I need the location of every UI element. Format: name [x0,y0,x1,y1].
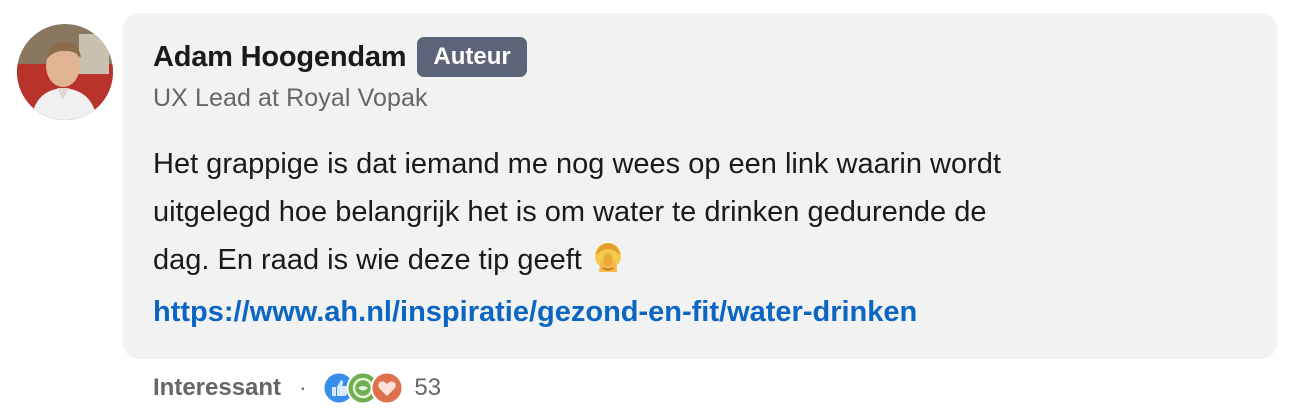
comment-text-line-3: dag. En raad is wie deze tip geeft [153,244,582,276]
author-badge: Auteur [417,37,527,77]
comment-text-line: Het grappige is dat iemand me nog wees o… [153,148,1001,180]
author-headline: UX Lead at Royal Vopak [153,84,428,112]
reaction-count[interactable]: 53 [414,374,441,402]
love-icon [370,371,404,405]
comment-link[interactable]: https://www.ah.nl/inspiratie/gezond-en-f… [153,296,917,328]
comment-text-line: dag. En raad is wie deze tip geeft [153,236,1233,288]
reaction-icons[interactable] [322,371,404,405]
author-avatar[interactable] [17,24,113,120]
comment-actions: Interessant · 53 [153,368,441,408]
person-avatar-icon [17,24,113,120]
separator-dot: · [299,375,307,400]
comment-text-line: uitgelegd hoe belangrijk het is om water… [153,196,987,228]
facepalm-emoji-icon [592,240,624,288]
author-row: Adam Hoogendam Auteur [153,36,527,78]
comment-body: Het grappige is dat iemand me nog wees o… [153,140,1233,336]
comment-link-line: https://www.ah.nl/inspiratie/gezond-en-f… [153,288,1233,336]
react-button[interactable]: Interessant [153,374,281,402]
author-name[interactable]: Adam Hoogendam [153,41,407,74]
